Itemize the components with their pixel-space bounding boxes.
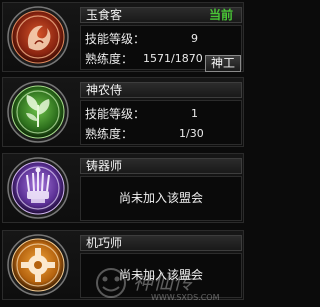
profession-title-bar: 机巧师	[80, 235, 242, 251]
proficiency-value: 1/30	[179, 127, 204, 140]
not-joined-message: 尚未加入该盟会	[118, 191, 203, 205]
profession-panel-jiqiaoshi: 机巧师 尚未加入该盟会	[2, 230, 244, 300]
skill-level-label: 技能等级：	[85, 32, 146, 46]
skill-level-value: 9	[191, 32, 198, 45]
profession-title-bar: 铸器师	[80, 158, 242, 174]
profession-panel-yushike: 玉食客 当前 技能等级： 9 熟练度： 1571/1870 神工	[2, 2, 244, 72]
orange-gear-emblem-icon	[7, 234, 69, 296]
profession-title-bar: 玉食客 当前	[80, 7, 242, 23]
profession-name: 铸器师	[86, 159, 123, 173]
proficiency-value: 1571/1870	[143, 52, 203, 65]
proficiency-label: 熟练度：	[85, 52, 134, 66]
profession-info: 尚未加入该盟会	[80, 253, 242, 298]
profession-info: 尚未加入该盟会	[80, 176, 242, 221]
proficiency-label: 熟练度：	[85, 127, 134, 141]
profession-panel-zhuqishi: 铸器师 尚未加入该盟会	[2, 153, 244, 223]
shengong-button[interactable]: 神工	[205, 55, 241, 72]
profession-name: 玉食客	[86, 8, 123, 22]
profession-title-bar: 神农侍	[80, 82, 242, 98]
purple-forge-emblem-icon	[7, 157, 69, 219]
skill-level-value: 1	[191, 107, 198, 120]
red-phoenix-emblem-icon	[7, 6, 69, 68]
not-joined-message: 尚未加入该盟会	[118, 268, 203, 282]
profession-panel-shennongshi: 神农侍 技能等级： 1 熟练度： 1/30	[2, 77, 244, 147]
profession-name: 神农侍	[86, 83, 123, 97]
green-herb-emblem-icon	[7, 81, 69, 143]
profession-name: 机巧师	[86, 236, 123, 250]
profession-info: 技能等级： 1 熟练度： 1/30	[80, 100, 242, 145]
skill-level-label: 技能等级：	[85, 107, 146, 121]
current-badge: 当前	[208, 8, 233, 22]
